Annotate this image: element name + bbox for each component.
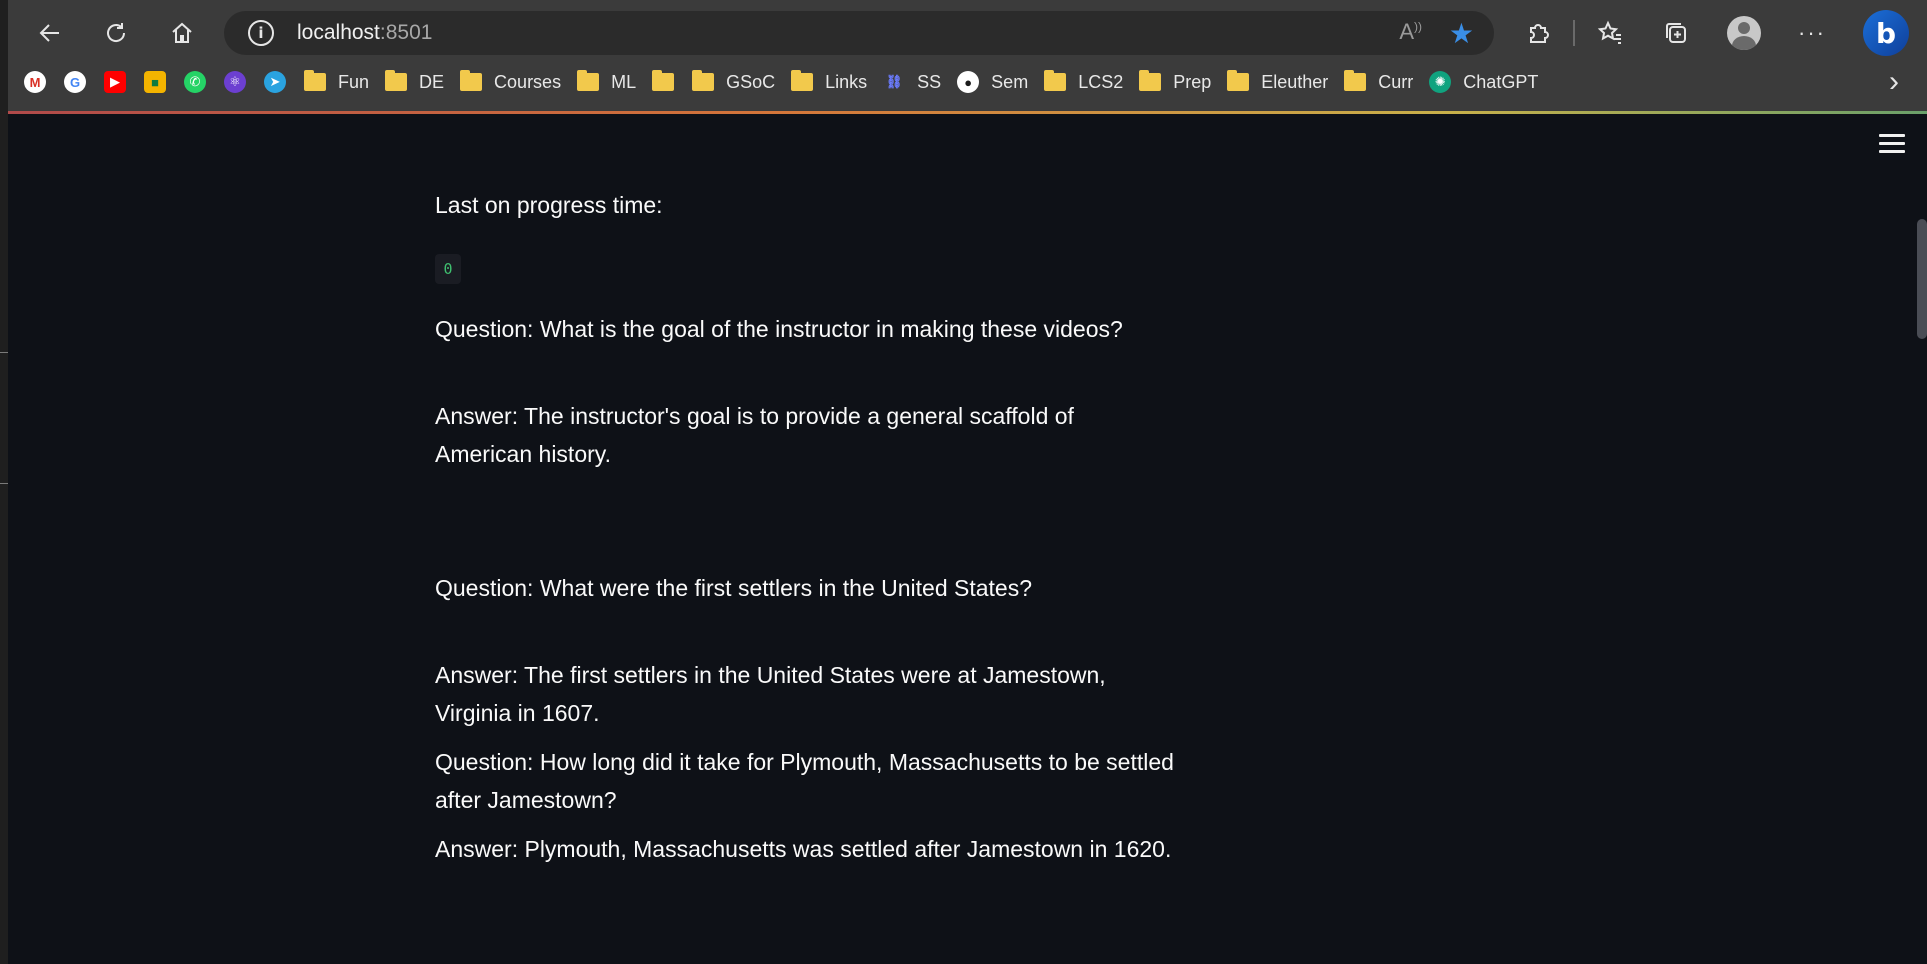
bookmark-label: LCS2 [1078,71,1124,92]
folder-icon [458,70,484,93]
bookmark-item[interactable]: ML [575,64,636,100]
back-arrow-icon [39,24,59,42]
bookmark-label: SS [917,71,942,92]
bookmark-item[interactable]: ■ [142,64,168,100]
avatar [1727,16,1761,50]
url-text[interactable]: localhost:8501 [297,21,432,45]
bookmark-item[interactable]: ✆ [182,64,208,100]
site-info-icon[interactable]: i [248,20,274,46]
react-icon: ⚛ [222,71,248,93]
bookmark-item[interactable]: Courses [458,64,561,100]
refresh-icon [107,23,126,42]
bookmark-item[interactable]: ⛓ SS [881,64,941,100]
bookmark-item[interactable]: ● Sem [955,64,1028,100]
bookmark-item[interactable] [650,64,676,100]
gmail-icon: M [22,71,48,93]
bookmark-label: DE [419,71,445,92]
bing-icon: b [1863,10,1909,56]
window-left-edge [0,0,8,964]
hamburger-menu-icon[interactable] [1879,134,1905,156]
address-bar[interactable]: i localhost:8501 A)) ★ [224,11,1494,55]
qa-question: Question: What were the first settlers i… [435,575,1033,601]
bookmarks-more-chevron-icon[interactable]: › [1889,64,1899,100]
bookmark-item[interactable]: M [22,64,48,100]
browser-toolbar: i localhost:8501 A)) ★ ··· b M G ▶ ■ ✆ ⚛ ➤ Fun D… [0,0,1927,116]
bookmark-item[interactable]: ✺ ChatGPT [1427,64,1538,100]
home-icon [172,22,192,43]
bookmark-label: Fun [338,71,370,92]
bookmark-item[interactable]: Links [789,64,867,100]
collections-icon [1666,23,1686,43]
bookmark-item[interactable]: Fun [302,64,369,100]
bookmark-item[interactable]: GSoC [690,64,775,100]
folder-icon [1042,70,1068,93]
folder-icon [302,70,328,93]
folder-icon [1137,70,1163,93]
bookmark-item[interactable]: G [62,64,88,100]
bookmark-item[interactable]: Prep [1137,64,1211,100]
ellipsis-icon: ··· [1798,20,1826,45]
telegram-icon: ➤ [262,71,288,93]
puzzle-icon [1530,24,1549,43]
bookmark-item[interactable]: DE [383,64,444,100]
bookmark-label: Courses [494,71,562,92]
bookmark-label: Links [825,71,868,92]
folder-icon [575,70,601,93]
bookmark-item[interactable]: Curr [1342,64,1413,100]
url-host: localhost [297,21,380,44]
github-icon: ● [955,71,981,93]
progress-value-code: 0 [435,254,461,284]
bookmark-label: Sem [991,71,1029,92]
bookmark-label: Eleuther [1261,71,1329,92]
bookmark-item[interactable]: LCS2 [1042,64,1123,100]
qa-answer: Answer: The first settlers in the United… [435,662,1106,726]
url-port: :8501 [379,21,433,44]
bookmark-item[interactable]: Eleuther [1225,64,1328,100]
qa-answer: Answer: The instructor's goal is to prov… [435,403,1074,467]
favorites-button[interactable] [1589,12,1631,54]
whatsapp-icon: ✆ [182,71,208,93]
bookmark-label: ChatGPT [1463,71,1539,92]
favorite-star-icon[interactable]: ★ [1449,17,1474,50]
folder-icon [789,70,815,93]
folder-icon [1225,70,1251,93]
collections-button[interactable] [1655,12,1697,54]
folder-icon [690,70,716,93]
scrollbar-thumb[interactable] [1917,219,1927,339]
bookmark-item[interactable]: ➤ [262,64,288,100]
back-button[interactable] [29,12,71,54]
bookmark-label: Prep [1173,71,1212,92]
progress-label: Last on progress time: [435,192,663,218]
folder-icon [650,70,676,93]
toolbar-divider [1573,20,1575,46]
home-button[interactable] [161,12,203,54]
more-options-button[interactable]: ··· [1791,12,1833,54]
profile-button[interactable] [1723,12,1765,54]
qa-question: Question: How long did it take for Plymo… [435,749,1174,813]
bookmark-item[interactable]: ⚛ [222,64,248,100]
bookmarks-bar: M G ▶ ■ ✆ ⚛ ➤ Fun DE Courses ML GSoC Links ⛓ SS ● Sem LCS… [22,64,1552,100]
qa-question: Question: What is the goal of the instru… [435,316,1123,342]
link-icon: ⛓ [885,74,903,89]
read-aloud-icon[interactable]: A)) [1399,19,1422,45]
folder-icon [1342,70,1368,93]
bookmark-label: ML [611,71,637,92]
streamlit-app: Last on progress time: 0 Question: What … [8,114,1927,964]
folder-icon [383,70,409,93]
youtube-icon: ▶ [102,71,128,93]
bing-chat-button[interactable]: b [1861,8,1911,58]
bookmark-label: Curr [1378,71,1414,92]
classroom-icon: ■ [142,71,168,93]
bookmark-label: GSoC [726,71,776,92]
favorites-list-icon [1597,20,1621,44]
google-icon: G [62,71,88,93]
chatgpt-icon: ✺ [1427,71,1453,93]
qa-answer: Answer: Plymouth, Massachusetts was sett… [435,836,1172,862]
bookmark-item[interactable]: ▶ [102,64,128,100]
refresh-button[interactable] [95,12,137,54]
extensions-button[interactable] [1517,12,1559,54]
